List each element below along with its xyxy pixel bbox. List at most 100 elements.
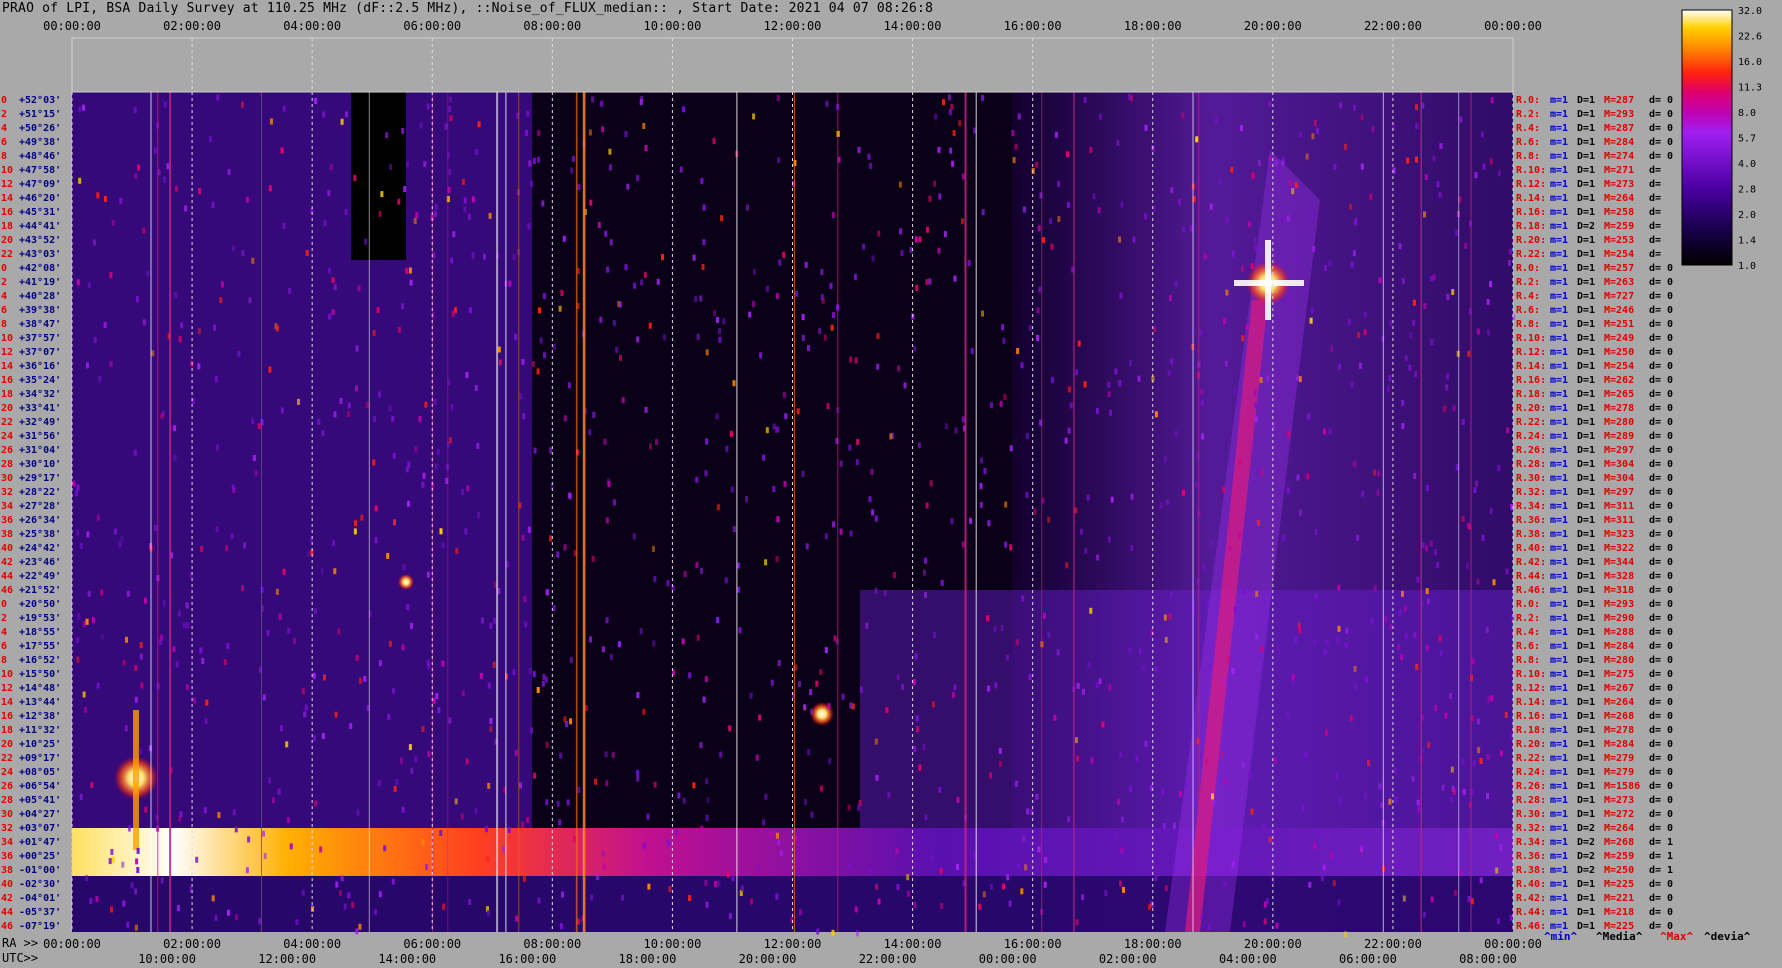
speckle	[216, 444, 220, 451]
speckle	[621, 397, 625, 404]
speckle	[1486, 793, 1489, 799]
ra-time-label: 16:00:00	[1004, 937, 1062, 951]
declination-label: +51°15'	[19, 109, 61, 120]
speckle	[1223, 880, 1227, 887]
speckle	[776, 293, 780, 300]
row-stat-median: D=1	[1577, 515, 1595, 526]
row-stat-median: D=1	[1577, 907, 1595, 918]
row-stat-deviation: d= 0	[1649, 123, 1673, 134]
speckle	[1098, 678, 1102, 685]
speckle	[601, 850, 605, 857]
speckle	[507, 826, 511, 833]
speckle	[559, 923, 563, 930]
speckle	[969, 517, 973, 524]
speckle	[426, 103, 430, 110]
speckle	[542, 293, 546, 300]
speckle	[1053, 714, 1057, 721]
speckle	[561, 891, 564, 898]
row-index: 4	[1, 627, 7, 638]
speckle	[216, 94, 220, 101]
speckle	[896, 883, 900, 890]
row-stat-max: M=259	[1604, 221, 1634, 232]
row-index: 22	[1, 417, 13, 428]
speckle	[1231, 667, 1235, 674]
speckle	[1444, 712, 1448, 719]
speckle	[1393, 767, 1397, 774]
speckle	[241, 250, 245, 257]
speckle	[1443, 405, 1447, 412]
speckle	[972, 852, 976, 859]
row-stat-median: D=1	[1577, 263, 1595, 274]
speckle	[1429, 540, 1433, 547]
speckle	[1005, 654, 1009, 661]
speckle	[483, 253, 486, 260]
speckle	[83, 706, 87, 713]
row-stat-min: m=1	[1550, 613, 1568, 624]
speckle	[1350, 261, 1354, 268]
speckle	[1095, 682, 1099, 689]
row-stat-min: m=1	[1550, 431, 1568, 442]
speckle	[1257, 467, 1261, 474]
speckle	[1205, 758, 1209, 765]
speckle	[109, 360, 113, 367]
speckle	[523, 596, 527, 602]
speckle	[1153, 326, 1157, 333]
speckle	[612, 499, 616, 506]
speckle	[1035, 793, 1039, 800]
row-stat-median: D=1	[1577, 277, 1595, 288]
declination-label: +13°44'	[19, 697, 61, 708]
speckle	[562, 235, 566, 242]
speckle	[1090, 757, 1094, 764]
top-time-label: 12:00:00	[764, 19, 822, 33]
speckle	[949, 147, 953, 154]
speckle	[257, 423, 261, 430]
speckle	[889, 433, 893, 440]
row-stat-name: R.8:	[1516, 151, 1540, 162]
speckle	[422, 472, 426, 479]
speckle	[887, 792, 891, 799]
speckle	[377, 780, 381, 787]
row-stat-max: M=278	[1604, 403, 1634, 414]
speckle	[640, 279, 644, 286]
speckle	[199, 647, 203, 654]
speckle	[1201, 433, 1205, 440]
speckle	[816, 928, 820, 935]
speckle	[1495, 867, 1499, 874]
row-stat-deviation: d= 0	[1649, 571, 1673, 582]
row-stat-median: D=1	[1577, 557, 1595, 568]
speckle	[96, 514, 100, 521]
speckle	[913, 902, 917, 909]
row-stat-name: R.38:	[1516, 865, 1546, 876]
speckle	[1401, 423, 1405, 429]
speckle	[605, 517, 609, 524]
speckle	[943, 231, 947, 238]
row-stat-max: M=293	[1604, 599, 1634, 610]
row-stat-name: R.46:	[1516, 921, 1546, 932]
speckle	[1476, 328, 1480, 335]
speckle	[96, 682, 100, 689]
speckle	[1508, 259, 1511, 266]
speckle	[219, 297, 223, 304]
row-index: 0	[1, 263, 7, 274]
speckle	[1119, 880, 1122, 887]
speckle	[956, 796, 960, 803]
speckle	[1426, 485, 1430, 491]
speckle	[475, 149, 478, 156]
row-stat-min: m=1	[1550, 291, 1568, 302]
row-index: 12	[1, 683, 13, 694]
speckle	[1347, 318, 1351, 325]
top-time-label: 18:00:00	[1124, 19, 1182, 33]
speckle	[1489, 158, 1493, 165]
speckle	[1114, 368, 1118, 375]
speckle	[192, 697, 196, 704]
declination-label: +32°49'	[19, 417, 61, 428]
speckle	[234, 826, 238, 833]
row-stat-name: R.26:	[1516, 781, 1546, 792]
speckle	[100, 589, 104, 596]
speckle	[426, 659, 430, 666]
speckle	[93, 336, 97, 343]
speckle	[1305, 153, 1309, 160]
row-index: 8	[1, 655, 7, 666]
speckle	[702, 204, 706, 211]
speckle	[347, 411, 351, 418]
